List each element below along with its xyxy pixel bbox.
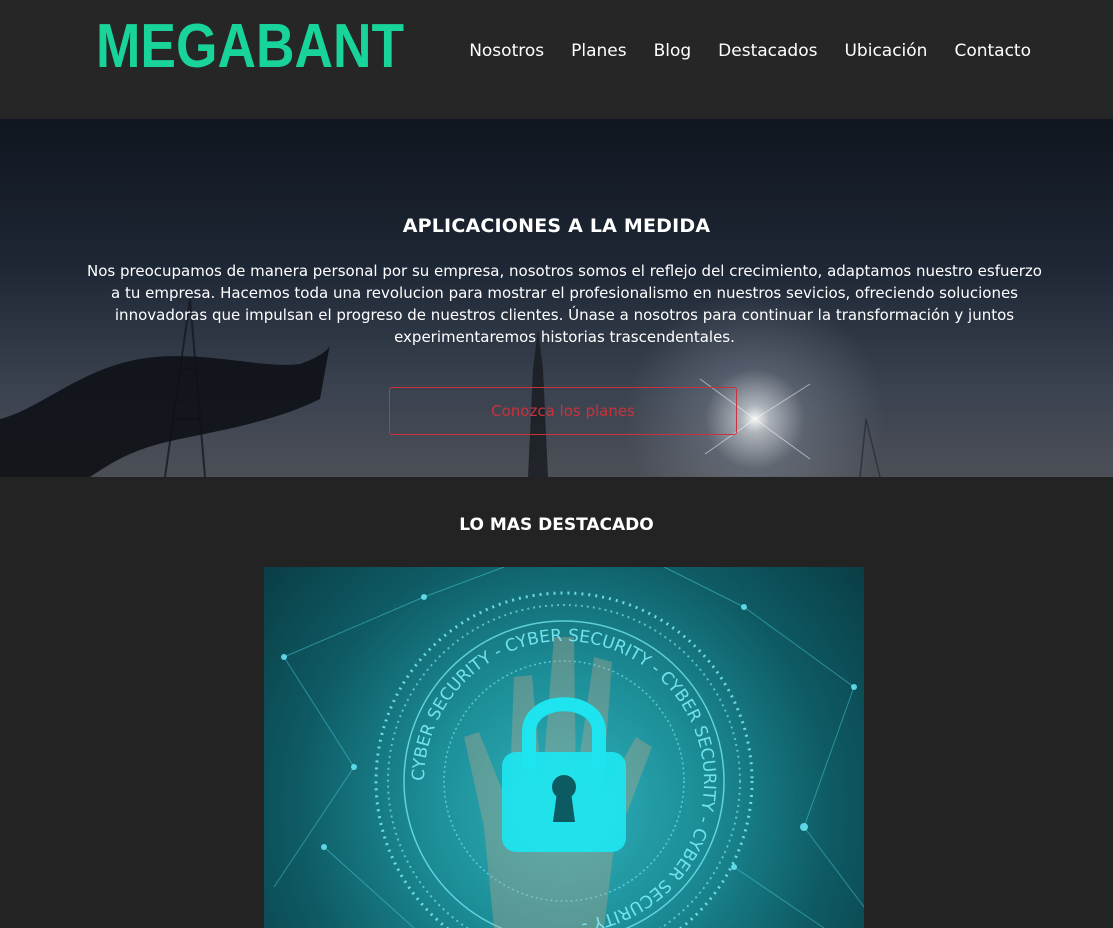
main-nav: Nosotros Planes Blog Destacados Ubicació… <box>442 40 1031 62</box>
nav-link-planes[interactable]: Planes <box>571 40 626 62</box>
nav-link-destacados[interactable]: Destacados <box>718 40 817 62</box>
nav-link-blog[interactable]: Blog <box>654 40 692 62</box>
hero-title: APLICACIONES A LA MEDIDA <box>402 215 711 237</box>
hero-section: APLICACIONES A LA MEDIDA Nos preocupamos… <box>0 119 1113 477</box>
nav-link-contacto[interactable]: Contacto <box>954 40 1031 62</box>
brand-logo[interactable]: MEGABANT <box>96 14 404 80</box>
nav-link-nosotros[interactable]: Nosotros <box>469 40 544 62</box>
featured-section-title: LO MAS DESTACADO <box>459 515 654 535</box>
hero-description: Nos preocupamos de manera personal por s… <box>87 262 1042 346</box>
site-header: MEGABANT Nosotros Planes Blog Destacados… <box>0 0 1113 119</box>
featured-image[interactable]: CYBER SECURITY - CYBER SECURITY - CYBER … <box>264 567 864 928</box>
nav-link-ubicacion[interactable]: Ubicación <box>844 40 927 62</box>
plans-button[interactable]: Conozca los planes <box>389 387 737 435</box>
cyber-security-illustration: CYBER SECURITY - CYBER SECURITY - CYBER … <box>273 567 864 928</box>
